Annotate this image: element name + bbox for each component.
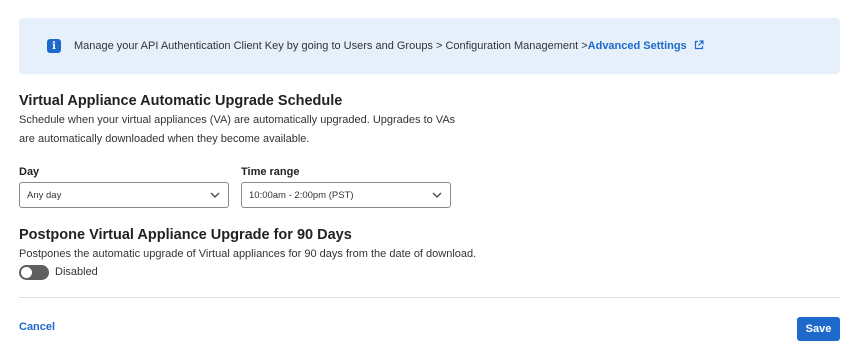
postpone-upgrade-description: Postpones the automatic upgrade of Virtu… [19, 248, 477, 260]
cancel-button[interactable]: Cancel [19, 321, 55, 333]
save-button[interactable]: Save [797, 317, 840, 341]
upgrade-schedule-description-line2: are automatically downloaded when they b… [19, 133, 310, 145]
time-range-select-value: 10:00am - 2:00pm (PST) [249, 189, 354, 201]
day-label: Day [19, 166, 40, 178]
day-select-value: Any day [27, 189, 62, 201]
chevron-down-icon [432, 192, 442, 198]
postpone-toggle[interactable] [19, 265, 49, 280]
settings-page: i Manage your API Authentication Client … [0, 0, 853, 355]
info-banner: i Manage your API Authentication Client … [19, 18, 840, 74]
advanced-settings-link-label[interactable]: Advanced Settings [588, 40, 687, 52]
chevron-down-icon [210, 192, 220, 198]
toggle-knob [21, 267, 32, 278]
advanced-settings-link[interactable]: Advanced Settings [588, 40, 704, 52]
banner-text: Manage your API Authentication Client Ke… [74, 40, 588, 52]
info-icon: i [47, 39, 61, 53]
footer-divider [19, 297, 840, 298]
external-link-icon[interactable] [694, 40, 704, 50]
upgrade-schedule-description-line1: Schedule when your virtual appliances (V… [19, 114, 456, 126]
time-range-select[interactable]: 10:00am - 2:00pm (PST) [241, 182, 451, 208]
upgrade-schedule-title: Virtual Appliance Automatic Upgrade Sche… [19, 93, 343, 109]
postpone-toggle-label: Disabled [55, 266, 98, 278]
upgrade-schedule-description: Schedule when your virtual appliances (V… [19, 111, 455, 149]
day-select[interactable]: Any day [19, 182, 229, 208]
time-range-label: Time range [241, 166, 300, 178]
postpone-upgrade-title: Postpone Virtual Appliance Upgrade for 9… [19, 227, 352, 243]
